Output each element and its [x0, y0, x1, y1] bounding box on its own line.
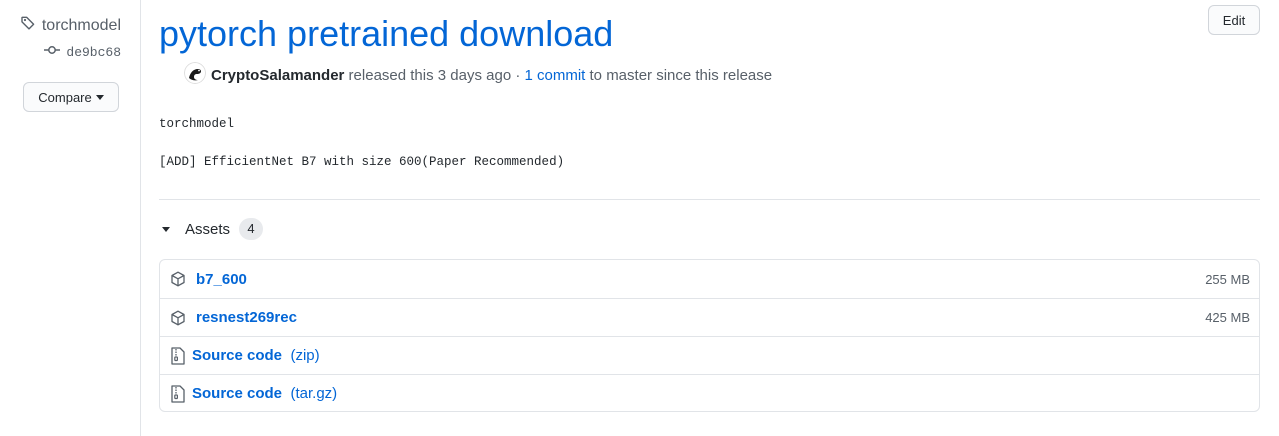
file-zip-icon [169, 384, 187, 403]
edit-button[interactable]: Edit [1208, 5, 1260, 35]
commit-link[interactable]: de9bc68 [44, 44, 121, 60]
edit-label: Edit [1222, 12, 1246, 28]
asset-link[interactable]: resnest269rec [196, 309, 297, 326]
release-body-line: torchmodel [159, 117, 235, 131]
tag-link[interactable]: torchmodel [20, 15, 121, 36]
list-item: b7_600 255 MB [160, 260, 1259, 298]
git-commit-icon [44, 44, 61, 60]
avatar[interactable] [159, 45, 211, 105]
commit-sha: de9bc68 [66, 44, 121, 60]
package-icon [169, 270, 187, 288]
file-zip-icon [169, 346, 187, 365]
source-ext: (tar.gz) [290, 384, 338, 402]
release-title[interactable]: pytorch pretrained download [159, 12, 613, 56]
source-targz-link[interactable]: Source code (tar.gz) [187, 385, 337, 403]
asset-link[interactable]: b7_600 [196, 271, 247, 288]
release-sidebar: torchmodel de9bc68 Compare [0, 0, 141, 436]
source-ext: (zip) [290, 346, 320, 364]
author-link[interactable]: CryptoSalamander [211, 67, 344, 84]
released-text: released this 3 days ago · [344, 66, 525, 84]
release-body-line: [ADD] EfficientNet B7 with size 600(Pape… [159, 155, 565, 169]
commit-suffix: to master since this release [585, 66, 773, 84]
source-zip-link[interactable]: Source code (zip) [187, 347, 320, 365]
asset-size: 255 MB [1205, 271, 1250, 287]
source-name: Source code [192, 346, 283, 364]
divider [159, 199, 1260, 200]
list-item: resnest269rec 425 MB [160, 298, 1259, 336]
commits-link[interactable]: 1 commit [525, 67, 586, 84]
package-icon [169, 309, 187, 327]
compare-button[interactable]: Compare [23, 82, 119, 112]
list-item: Source code (tar.gz) [160, 374, 1259, 412]
assets-label: Assets [185, 220, 231, 238]
tag-icon [20, 15, 36, 36]
list-item: Source code (zip) [160, 336, 1259, 374]
caret-down-icon [95, 94, 104, 100]
release-meta: CryptoSalamander released this 3 days ag… [159, 62, 773, 86]
source-name: Source code [192, 384, 283, 402]
triangle-down-icon [162, 226, 170, 232]
asset-size: 425 MB [1205, 310, 1250, 325]
assets-toggle[interactable]: Assets 4 [159, 218, 264, 240]
assets-count-badge: 4 [239, 218, 264, 240]
assets-list: b7_600 255 MB resnest269rec 425 MB Sourc… [159, 259, 1260, 412]
tag-name: torchmodel [41, 16, 121, 34]
compare-label: Compare [38, 89, 92, 105]
